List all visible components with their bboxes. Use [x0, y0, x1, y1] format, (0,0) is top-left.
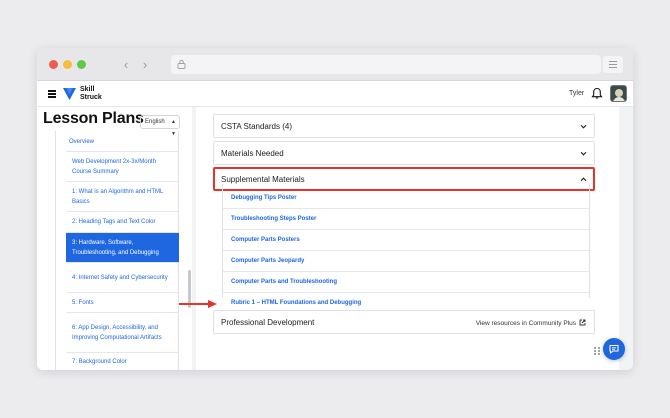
community-plus-link[interactable]: View resources in Community Plus [476, 319, 586, 327]
sidebar-item-lesson-1[interactable]: 1: What is an Algorithm and HTML Basics [66, 181, 179, 211]
browser-toolbar: ‹ › [37, 48, 633, 81]
user-name[interactable]: Tyler [569, 90, 584, 97]
close-window-button[interactable] [49, 60, 58, 69]
brand-name[interactable]: Skill Struck [80, 86, 102, 101]
supplemental-link[interactable]: Computer Parts and Troubleshooting [223, 272, 589, 293]
red-arrow-icon [179, 300, 217, 308]
accordion-label: Supplemental Materials [221, 175, 305, 184]
maximize-window-button[interactable] [77, 60, 86, 69]
skillstruck-logo-icon[interactable] [62, 86, 77, 101]
chat-bubble-icon [609, 344, 619, 354]
content-panel: CSTA Standards (4) Materials Needed Supp… [196, 107, 619, 370]
sidebar-item-lesson-7[interactable]: 7: Background Color [66, 352, 179, 370]
accordion-materials-needed[interactable]: Materials Needed [213, 141, 595, 165]
supplemental-materials-list: Debugging Tips Poster Troubleshooting St… [222, 184, 590, 314]
chevron-right-icon[interactable]: › [136, 56, 154, 73]
brand-line-2: Struck [80, 93, 102, 101]
supplemental-link[interactable]: Debugging Tips Poster [223, 188, 589, 209]
lesson-sidebar: Lesson Plans English ▲ ▼ Overview Web Dev… [37, 107, 192, 370]
sidebar-item-lesson-2[interactable]: 2: Heading Tags and Text Color [66, 211, 179, 232]
avatar[interactable] [610, 85, 627, 102]
supplemental-link[interactable]: Troubleshooting Steps Poster [223, 209, 589, 230]
chevron-left-icon[interactable]: ‹ [117, 56, 135, 73]
address-bar[interactable] [171, 55, 601, 74]
accordion-label: Professional Development [221, 318, 315, 327]
chevron-down-icon [580, 151, 587, 156]
sidebar-overview-link[interactable]: Overview [69, 139, 94, 145]
sidebar-item-lesson-4[interactable]: 4: Internet Safety and Cybersecurity [66, 262, 179, 292]
supplemental-link[interactable]: Computer Parts Posters [223, 230, 589, 251]
chevron-up-icon [580, 177, 587, 182]
language-select[interactable]: English ▲ ▼ [140, 115, 180, 137]
lesson-content: CSTA Standards (4) Materials Needed Supp… [192, 107, 633, 370]
hamburger-menu-icon[interactable] [48, 90, 56, 98]
supplemental-link[interactable]: Computer Parts Jeopardy [223, 251, 589, 272]
menu-lines-icon[interactable] [603, 56, 623, 73]
drag-handle-icon[interactable] [594, 347, 601, 355]
accordion-csta-standards[interactable]: CSTA Standards (4) [213, 114, 595, 138]
minimize-window-button[interactable] [63, 60, 72, 69]
sidebar-item-lesson-3[interactable]: 3: Hardware, Software, Troubleshooting, … [66, 232, 179, 262]
sidebar-item-lesson-6[interactable]: 6: App Design, Accessibility, and Improv… [66, 312, 179, 352]
accordion-professional-development[interactable]: Professional Development View resources … [213, 310, 595, 334]
language-value: English [145, 119, 165, 125]
chevron-down-icon [580, 124, 587, 129]
external-link-icon [579, 319, 586, 326]
accordion-label: Materials Needed [221, 149, 284, 158]
brand-line-1: Skill [80, 86, 95, 93]
page-title: Lesson Plans [43, 110, 144, 127]
sidebar-item-lesson-5[interactable]: 5: Fonts [66, 292, 179, 312]
browser-window: ‹ › Skill Struck Tyler Lesson Plans Engl… [37, 48, 633, 370]
chat-button[interactable] [603, 338, 625, 360]
bell-icon[interactable] [591, 87, 603, 100]
app-header: Skill Struck Tyler [37, 81, 633, 107]
lock-icon [177, 59, 186, 69]
accordion-label: CSTA Standards (4) [221, 122, 292, 131]
sidebar-item-course-summary[interactable]: Web Development 2x-3x/Month Course Summa… [66, 151, 179, 181]
